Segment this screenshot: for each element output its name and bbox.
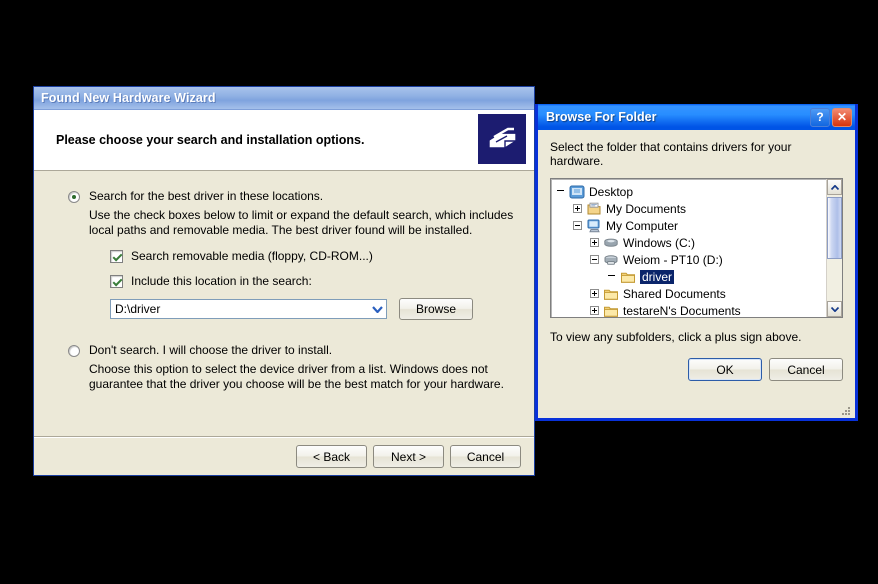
tree-item-label: driver — [640, 269, 675, 284]
my-computer-icon — [586, 218, 602, 234]
folder-icon — [620, 269, 636, 285]
footer-divider — [34, 436, 534, 438]
tree-item-label: Desktop — [589, 184, 634, 199]
location-combobox-value: D:\driver — [115, 302, 161, 316]
tree-item[interactable]: Desktop — [556, 183, 842, 200]
wizard-button-bar: < Back Next > Cancel — [34, 438, 534, 475]
desktop-background: Found New Hardware Wizard Please choose … — [0, 0, 878, 584]
browse-title-text: Browse For Folder — [546, 110, 657, 124]
location-combobox[interactable]: D:\driver — [110, 299, 387, 319]
tree-item-label: testareN's Documents — [623, 303, 741, 318]
next-button[interactable]: Next > — [373, 445, 444, 468]
browse-title-bar[interactable]: Browse For Folder ? ✕ — [538, 104, 855, 130]
desktop-icon — [569, 184, 585, 200]
found-new-hardware-wizard-window: Found New Hardware Wizard Please choose … — [33, 86, 535, 476]
ok-button[interactable]: OK — [688, 358, 762, 381]
expand-plus-icon[interactable] — [590, 306, 599, 315]
browse-for-folder-dialog: Browse For Folder ? ✕ Select the folder … — [535, 104, 858, 421]
help-icon[interactable]: ? — [810, 107, 830, 127]
checkbox-removable-media[interactable]: Search removable media (floppy, CD-ROM..… — [110, 249, 514, 263]
radio-option-manual[interactable]: Don't search. I will choose the driver t… — [68, 343, 514, 357]
wizard-header-title: Please choose your search and installati… — [56, 133, 365, 147]
folder-icon — [603, 303, 619, 318]
expand-plus-icon[interactable] — [590, 289, 599, 298]
tree-item[interactable]: testareN's Documents — [556, 302, 842, 318]
wizard-title-text: Found New Hardware Wizard — [41, 91, 216, 105]
browse-content-area: Select the folder that contains drivers … — [538, 130, 855, 381]
removable-drive-icon — [603, 252, 619, 268]
browse-button[interactable]: Browse — [399, 298, 473, 320]
my-documents-icon — [586, 201, 602, 217]
browse-button-bar: OK Cancel — [550, 358, 843, 381]
expand-plus-icon[interactable] — [573, 204, 582, 213]
tree-spacer — [607, 272, 616, 281]
collapse-minus-icon[interactable] — [590, 255, 599, 264]
tree-item[interactable]: Weiom - PT10 (D:) — [556, 251, 842, 268]
browse-cancel-button[interactable]: Cancel — [769, 358, 843, 381]
checkbox-include-location-label: Include this location in the search: — [131, 274, 312, 288]
tree-item-label: Windows (C:) — [623, 235, 696, 250]
radio-manual-label: Don't search. I will choose the driver t… — [89, 343, 333, 357]
checkbox-include-location[interactable]: Include this location in the search: — [110, 274, 514, 288]
radio-search-label: Search for the best driver in these loca… — [89, 189, 324, 203]
tree-item[interactable]: My Documents — [556, 200, 842, 217]
resize-grip-icon[interactable] — [840, 404, 852, 416]
folder-icon — [603, 286, 619, 302]
close-icon[interactable]: ✕ — [832, 107, 852, 127]
expand-plus-icon[interactable] — [590, 238, 599, 247]
chevron-down-icon[interactable] — [369, 300, 386, 318]
folder-tree-view[interactable]: Desktop My Documents My Computer Windows (C… — [550, 178, 843, 318]
checkbox-include-location-box — [110, 274, 123, 288]
cancel-button[interactable]: Cancel — [450, 445, 521, 468]
scroll-down-icon[interactable] — [827, 301, 842, 317]
radio-manual-indicator — [68, 345, 80, 357]
tree-item[interactable]: My Computer — [556, 217, 842, 234]
scroll-up-icon[interactable] — [827, 179, 842, 195]
tree-item[interactable]: driver — [556, 268, 842, 285]
tree-item-label: My Documents — [606, 201, 687, 216]
radio-option-search[interactable]: Search for the best driver in these loca… — [68, 189, 514, 203]
tree-item[interactable]: Shared Documents — [556, 285, 842, 302]
wizard-content-area: Search for the best driver in these loca… — [34, 171, 534, 438]
search-option-description: Use the check boxes below to limit or ex… — [89, 208, 514, 237]
radio-search-indicator — [68, 191, 80, 203]
browse-prompt-text: Select the folder that contains drivers … — [550, 140, 792, 168]
tree-item-label: Shared Documents — [623, 286, 726, 301]
tree-item-label: Weiom - PT10 (D:) — [623, 252, 723, 267]
scrollbar-thumb[interactable] — [827, 197, 842, 259]
browse-hint-text: To view any subfolders, click a plus sig… — [550, 330, 802, 344]
hardware-device-icon — [478, 114, 526, 164]
tree-item[interactable]: Windows (C:) — [556, 234, 842, 251]
checkbox-removable-media-label: Search removable media (floppy, CD-ROM..… — [131, 249, 373, 263]
manual-option-description: Choose this option to select the device … — [89, 362, 504, 391]
wizard-title-bar[interactable]: Found New Hardware Wizard — [34, 87, 534, 110]
collapse-minus-icon[interactable] — [573, 221, 582, 230]
location-row: D:\driver Browse — [110, 298, 514, 320]
back-button[interactable]: < Back — [296, 445, 367, 468]
hard-drive-icon — [603, 235, 619, 251]
wizard-header: Please choose your search and installati… — [34, 110, 534, 171]
tree-item-label: My Computer — [606, 218, 679, 233]
checkbox-removable-media-box — [110, 249, 123, 263]
tree-vertical-scrollbar[interactable] — [826, 179, 842, 317]
folder-tree-items: Desktop My Documents My Computer Windows (C… — [551, 179, 842, 318]
tree-spacer — [556, 187, 565, 196]
